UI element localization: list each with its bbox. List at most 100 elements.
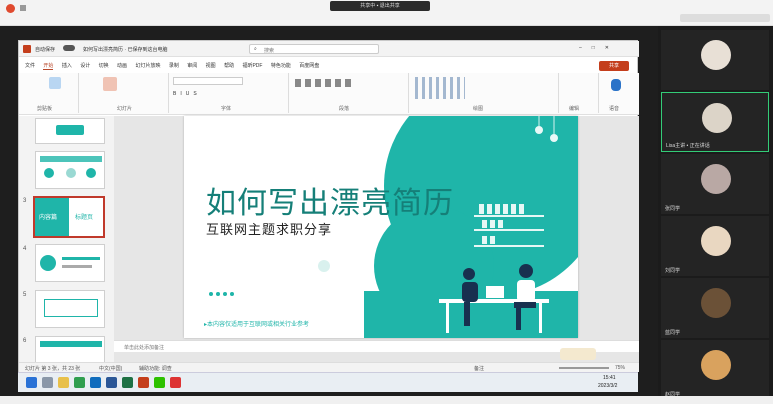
notes-toggle[interactable]: 备注 [474, 365, 484, 372]
browser-icon[interactable] [74, 377, 85, 388]
tab-insert[interactable]: 插入 [62, 62, 72, 69]
participant-tile[interactable] [661, 30, 769, 90]
tab-help[interactable]: 帮助 [224, 62, 234, 69]
font-format-buttons[interactable]: BIUS [173, 91, 201, 97]
share-status-badge[interactable]: 共享中 ▪ 退出共享 [330, 1, 430, 11]
tab-review[interactable]: 审阅 [187, 62, 197, 69]
tab-features[interactable]: 特色功能 [271, 62, 291, 69]
word-icon[interactable] [106, 377, 117, 388]
ribbon-tabs[interactable]: 文件 开始 插入 设计 切换 动画 幻灯片放映 录制 审阅 视图 帮助 福昕PD… [25, 62, 326, 70]
participant-avatar [701, 288, 731, 318]
slide-thumbnail[interactable] [35, 290, 105, 328]
zoom-level[interactable]: 75% [615, 365, 625, 371]
font-name-select[interactable] [173, 77, 243, 85]
group-clipboard: 剪贴板 [19, 73, 79, 113]
dictate-icon[interactable] [611, 79, 621, 91]
windows-taskbar: 15:41 2023/3/2 [18, 372, 638, 392]
slide-thumbnail[interactable] [35, 118, 105, 144]
slide-thumbnail-selected[interactable]: 内容篇 标题页 [33, 196, 105, 238]
thumb-shape [40, 156, 102, 162]
zoom-slider[interactable] [559, 367, 609, 369]
participant-tile[interactable]: 赵同学 [661, 340, 769, 400]
tab-file[interactable]: 文件 [25, 62, 35, 69]
participant-avatar [701, 226, 731, 256]
floating-toolbar[interactable] [560, 348, 596, 360]
excel-icon[interactable] [122, 377, 133, 388]
signal-icon [20, 5, 26, 11]
powerpoint-icon[interactable] [138, 377, 149, 388]
group-font: BIUS 字体 [169, 73, 289, 113]
thumb-shape [56, 125, 84, 135]
tab-design[interactable]: 设计 [80, 62, 90, 69]
new-slide-icon[interactable] [103, 77, 117, 91]
tab-record[interactable]: 录制 [169, 62, 179, 69]
paste-icon[interactable] [49, 77, 61, 89]
group-label-editing: 编辑 [569, 106, 580, 112]
clock-time[interactable]: 15:41 [603, 375, 616, 381]
thumbnail-number: 6 [23, 338, 27, 344]
thumb-shape [40, 255, 56, 271]
shapes-gallery[interactable] [415, 77, 465, 99]
powerpoint-icon [23, 45, 31, 53]
doc-title: 如何写出漂亮简历 · 已保存到这台电脑 [83, 47, 168, 53]
group-editing: 编辑 [559, 73, 599, 113]
group-label-clipboard: 剪贴板 [37, 106, 53, 112]
participant-name: 蓝同学 [665, 330, 681, 336]
share-button[interactable]: 共享 [599, 61, 629, 71]
participant-tile[interactable]: 刘同学 [661, 216, 769, 276]
tab-pdf[interactable]: 福昕PDF [242, 62, 262, 69]
slide-canvas[interactable]: 如何写出漂亮简历 互联网主题求职分享 ▸本内容仅适用于互联网或相关行业参考 [184, 116, 578, 338]
window-controls[interactable] [680, 14, 770, 22]
search-placeholder: 搜索 [264, 48, 275, 54]
participants-panel: Lisa主讲 • 正在讲话 张同学 刘同学 蓝同学 赵同学 [658, 26, 773, 400]
slide-thumbnail[interactable] [35, 244, 105, 282]
file-explorer-icon[interactable] [58, 377, 69, 388]
search-icon[interactable] [42, 377, 53, 388]
slide-title[interactable]: 如何写出漂亮简历 [206, 178, 454, 222]
clock-date[interactable]: 2023/3/2 [598, 383, 617, 389]
status-bar: 幻灯片 第 3 张，共 23 张 中文(中国) 辅助功能: 调查 备注 75% [19, 362, 639, 372]
slide-footnote[interactable]: ▸本内容仅适用于互联网或相关行业参考 [204, 319, 309, 328]
powerpoint-window: 自动保存 如何写出漂亮简历 · 已保存到这台电脑 ⌕ 搜索 –□✕ 文件 开始 … [18, 40, 639, 392]
autosave-toggle[interactable] [63, 45, 75, 51]
group-label-paragraph: 段落 [339, 106, 350, 112]
meeting-top-bar: 共享中 ▪ 退出共享 [0, 0, 773, 26]
window-buttons[interactable]: –□✕ [579, 45, 619, 51]
thumb-shape [44, 168, 54, 178]
wechat-icon[interactable] [154, 377, 165, 388]
autosave-label: 自动保存 [35, 47, 56, 53]
group-drawing: 绘图 [409, 73, 559, 113]
participant-tile[interactable]: 张同学 [661, 154, 769, 214]
start-icon[interactable] [26, 377, 37, 388]
group-voice: 语音 [599, 73, 639, 113]
tab-animations[interactable]: 动画 [117, 62, 127, 69]
thumb-shape [44, 299, 98, 317]
thumbnail-number: 3 [23, 198, 27, 204]
tab-transitions[interactable]: 切换 [99, 62, 109, 69]
accessibility-status[interactable]: 辅助功能: 调查 [139, 365, 172, 372]
thumbnail-number: 5 [23, 292, 27, 298]
paragraph-buttons[interactable] [295, 79, 355, 87]
slide-thumbnail[interactable] [35, 151, 105, 189]
participant-avatar [701, 350, 731, 380]
group-slides: 幻灯片 [79, 73, 169, 113]
thumb-shape [86, 168, 96, 178]
thumb-label-left: 内容篇 [39, 215, 58, 221]
tab-home[interactable]: 开始 [43, 62, 54, 70]
participant-name: Lisa主讲 • 正在讲话 [666, 143, 710, 149]
group-label-slides: 幻灯片 [117, 106, 133, 112]
tab-netdisk[interactable]: 百度网盘 [299, 62, 319, 69]
search-box[interactable]: ⌕ 搜索 [249, 44, 379, 54]
meeting-icon[interactable] [170, 377, 181, 388]
participant-tile[interactable]: 蓝同学 [661, 278, 769, 338]
group-label-voice: 语音 [609, 106, 620, 112]
tab-view[interactable]: 视图 [206, 62, 216, 69]
tab-slideshow[interactable]: 幻灯片放映 [135, 62, 160, 69]
participant-avatar [702, 103, 732, 133]
slide-subtitle[interactable]: 互联网主题求职分享 [206, 219, 332, 238]
language-status: 中文(中国) [99, 366, 123, 372]
participant-name: 刘同学 [665, 268, 681, 274]
mail-icon[interactable] [90, 377, 101, 388]
participant-tile-speaking[interactable]: Lisa主讲 • 正在讲话 [661, 92, 769, 152]
participant-avatar [701, 164, 731, 194]
